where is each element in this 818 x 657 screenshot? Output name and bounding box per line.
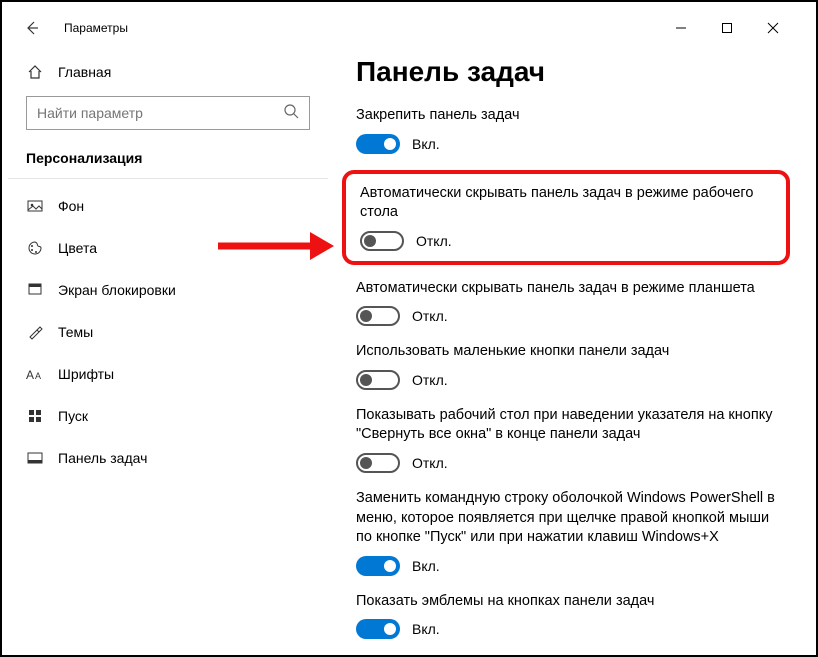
fonts-icon: AA [26, 367, 44, 381]
taskbar-icon [26, 450, 44, 466]
toggle-powershell[interactable] [356, 556, 400, 576]
toggle-state: Вкл. [412, 136, 440, 152]
home-label: Главная [58, 64, 111, 80]
toggle-state: Откл. [412, 372, 448, 388]
sidebar-item-label: Фон [58, 198, 84, 214]
search-box[interactable] [26, 96, 310, 130]
maximize-button[interactable] [704, 8, 750, 48]
setting-autohide-desktop: Автоматически скрывать панель задач в ре… [360, 184, 772, 251]
setting-badges: Показать эмблемы на кнопках панели задач… [356, 592, 780, 640]
setting-lock-taskbar: Закрепить панель задач Вкл. [356, 106, 780, 154]
titlebar: Параметры [8, 8, 810, 48]
search-input[interactable] [37, 105, 283, 121]
page-title: Панель задач [356, 56, 780, 88]
content-pane: Панель задач Закрепить панель задач Вкл.… [328, 48, 810, 649]
search-icon [283, 103, 299, 124]
window-title: Параметры [64, 21, 128, 35]
setting-label: Показывать рабочий стол при наведении ук… [356, 406, 780, 445]
start-icon [26, 408, 44, 424]
picture-icon [26, 198, 44, 214]
toggle-peek-desktop[interactable] [356, 453, 400, 473]
sidebar-item-background[interactable]: Фон [8, 185, 328, 227]
themes-icon [26, 324, 44, 340]
sidebar-item-fonts[interactable]: AA Шрифты [8, 353, 328, 395]
toggle-state: Откл. [412, 455, 448, 471]
home-icon [26, 64, 44, 80]
setting-label: Использовать маленькие кнопки панели зад… [356, 342, 780, 362]
home-nav[interactable]: Главная [8, 52, 328, 92]
section-label: Персонализация [8, 144, 328, 178]
setting-label: Заменить командную строку оболочкой Wind… [356, 489, 780, 548]
back-button[interactable] [22, 18, 42, 38]
setting-label: Показать эмблемы на кнопках панели задач [356, 592, 780, 612]
sidebar-item-themes[interactable]: Темы [8, 311, 328, 353]
sidebar-item-label: Панель задач [58, 450, 147, 466]
setting-label: Автоматически скрывать панель задач в ре… [356, 279, 780, 299]
sidebar-item-label: Пуск [58, 408, 88, 424]
toggle-state: Откл. [416, 233, 452, 249]
toggle-state: Откл. [412, 308, 448, 324]
toggle-autohide-desktop[interactable] [360, 231, 404, 251]
toggle-small-buttons[interactable] [356, 370, 400, 390]
toggle-badges[interactable] [356, 619, 400, 639]
minimize-button[interactable] [658, 8, 704, 48]
toggle-state: Вкл. [412, 621, 440, 637]
setting-powershell: Заменить командную строку оболочкой Wind… [356, 489, 780, 576]
sidebar-item-label: Экран блокировки [58, 282, 176, 298]
setting-label: Автоматически скрывать панель задач в ре… [360, 184, 772, 223]
close-button[interactable] [750, 8, 796, 48]
sidebar-item-label: Темы [58, 324, 93, 340]
setting-peek-desktop: Показывать рабочий стол при наведении ук… [356, 406, 780, 473]
sidebar-item-taskbar[interactable]: Панель задач [8, 437, 328, 479]
highlighted-setting: Автоматически скрывать панель задач в ре… [342, 170, 790, 265]
toggle-autohide-tablet[interactable] [356, 306, 400, 326]
lockscreen-icon [26, 282, 44, 298]
svg-text:A: A [26, 368, 34, 381]
sidebar-item-label: Шрифты [58, 366, 114, 382]
sidebar: Главная Персонализация Фон [8, 48, 328, 649]
toggle-state: Вкл. [412, 558, 440, 574]
sidebar-item-start[interactable]: Пуск [8, 395, 328, 437]
setting-label: Закрепить панель задач [356, 106, 780, 126]
sidebar-item-lockscreen[interactable]: Экран блокировки [8, 269, 328, 311]
palette-icon [26, 240, 44, 256]
setting-small-buttons: Использовать маленькие кнопки панели зад… [356, 342, 780, 390]
toggle-lock-taskbar[interactable] [356, 134, 400, 154]
sidebar-item-label: Цвета [58, 240, 97, 256]
divider [8, 178, 328, 179]
sidebar-item-colors[interactable]: Цвета [8, 227, 328, 269]
svg-text:A: A [35, 371, 41, 381]
setting-autohide-tablet: Автоматически скрывать панель задач в ре… [356, 279, 780, 327]
